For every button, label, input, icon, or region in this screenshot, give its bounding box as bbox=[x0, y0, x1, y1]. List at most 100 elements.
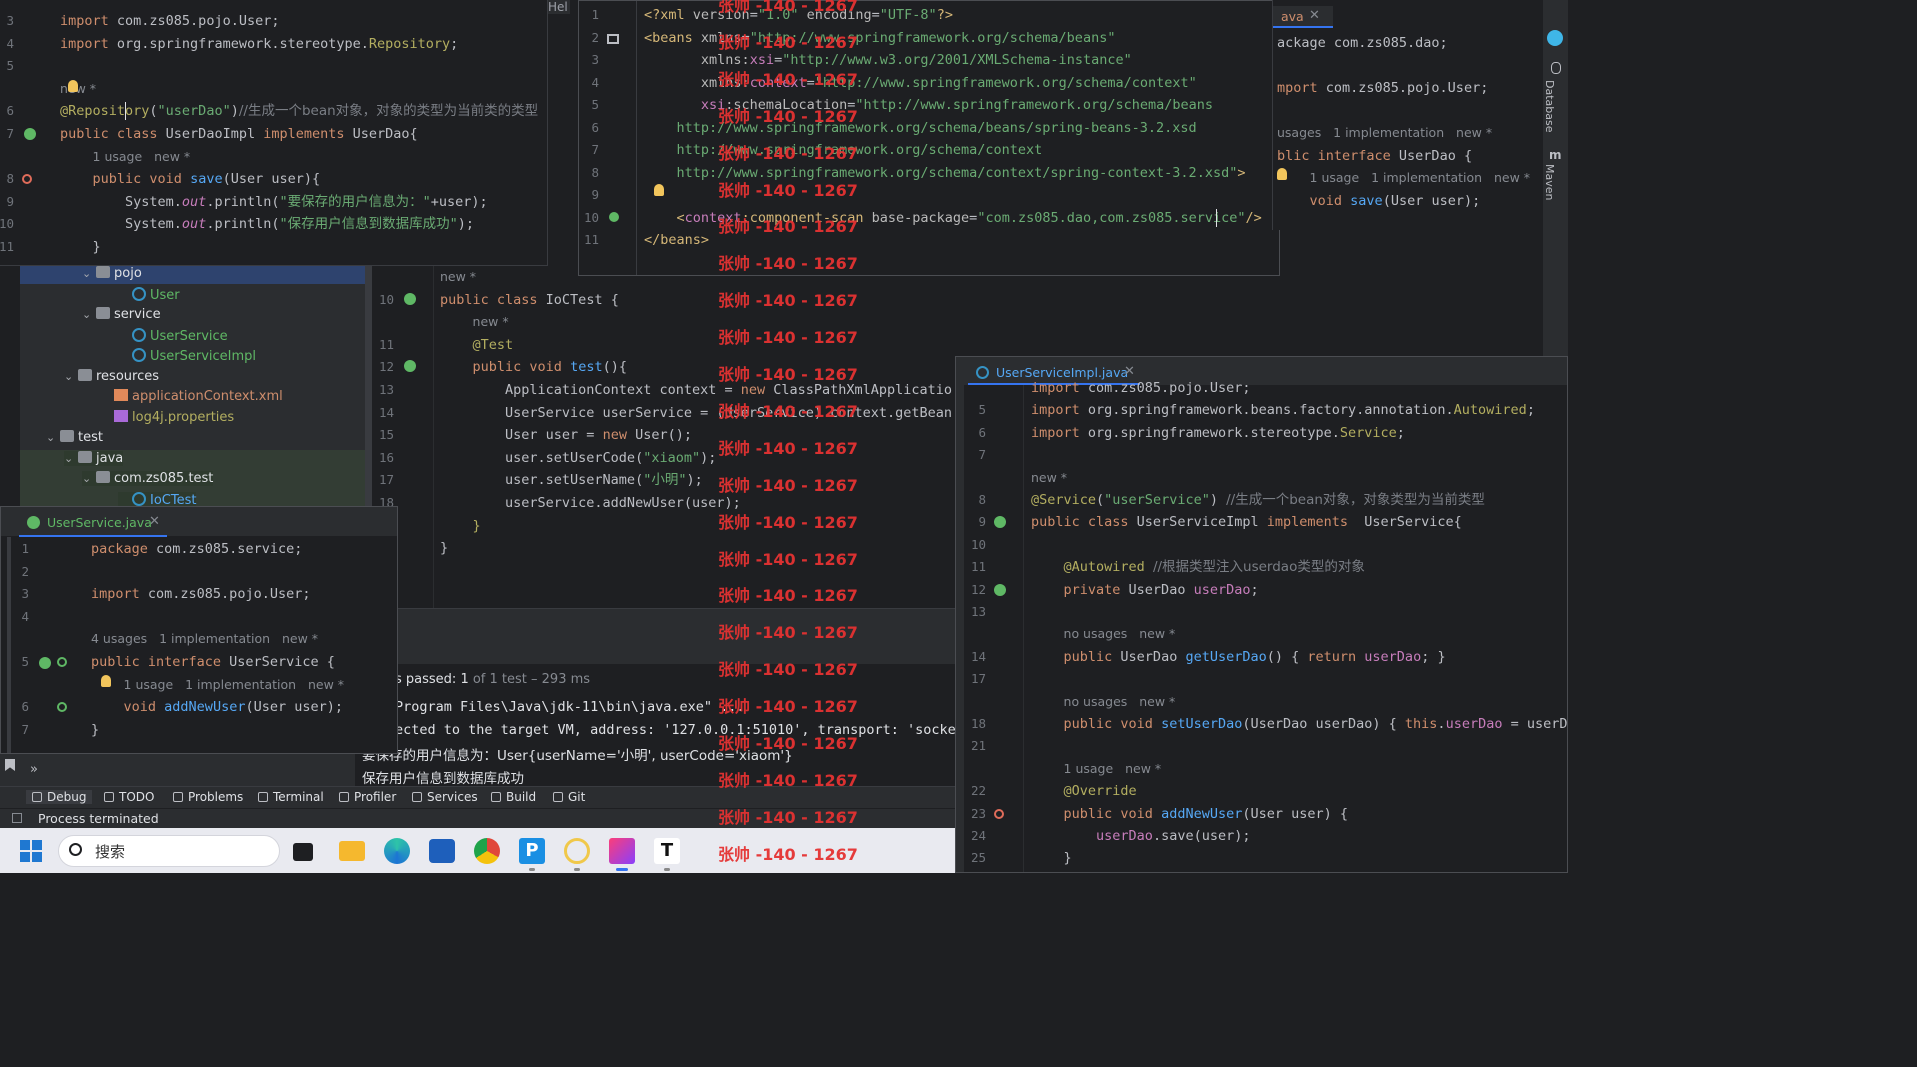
toolwindow-problems[interactable]: Problems bbox=[173, 790, 243, 804]
tree-item-user[interactable]: User bbox=[118, 286, 180, 303]
code-line[interactable] bbox=[60, 55, 547, 77]
chrome-icon[interactable] bbox=[474, 838, 500, 864]
edge-icon[interactable] bbox=[384, 838, 410, 864]
toolwindow-build[interactable]: Build bbox=[491, 790, 536, 804]
code-line[interactable]: import com.zs085.pojo.User; bbox=[91, 583, 397, 605]
tree-item-java[interactable]: ⌄ java bbox=[64, 450, 124, 466]
chevron-down-icon[interactable]: ⌄ bbox=[64, 452, 78, 465]
run-test-icon[interactable] bbox=[404, 360, 416, 372]
bulb-icon[interactable] bbox=[654, 184, 664, 196]
file-explorer-icon[interactable] bbox=[339, 841, 365, 861]
code-line[interactable] bbox=[91, 561, 397, 583]
chevron-down-icon[interactable]: ⌄ bbox=[64, 370, 78, 383]
code-line[interactable]: System.out.println("要保存的用户信息为："+user); bbox=[60, 191, 547, 213]
code-line[interactable]: import org.springframework.stereotype.Se… bbox=[1031, 422, 1567, 444]
code-line[interactable]: void addNewUser(User user); bbox=[91, 696, 397, 718]
tree-item-com-zs085-test[interactable]: ⌄ com.zs085.test bbox=[82, 471, 214, 486]
code-line[interactable]: @Override bbox=[1031, 780, 1567, 802]
code-line[interactable] bbox=[91, 606, 397, 628]
code-line[interactable]: public interface UserService { bbox=[91, 651, 397, 673]
code-line[interactable]: no usages new * bbox=[1031, 623, 1567, 645]
code-line[interactable]: 1 usage new * bbox=[1031, 758, 1567, 780]
code-line[interactable]: mport com.zs085.pojo.User; bbox=[1277, 77, 1542, 99]
pycharm-icon[interactable]: P bbox=[519, 838, 545, 864]
code-line[interactable]: ackage com.zs085.dao; bbox=[1277, 32, 1542, 54]
task-view-icon[interactable] bbox=[293, 843, 313, 861]
code-line[interactable]: @Test bbox=[440, 334, 962, 356]
chevron-down-icon[interactable]: ⌄ bbox=[46, 431, 60, 444]
typora-icon[interactable]: T bbox=[654, 838, 680, 864]
code-line[interactable]: } bbox=[1031, 847, 1567, 869]
code-line[interactable]: user.setUserCode("xiaom"); bbox=[440, 447, 962, 469]
code-line[interactable]: new * bbox=[1031, 467, 1567, 489]
code-line[interactable]: } bbox=[440, 515, 962, 537]
code-line[interactable]: userService.addNewUser(user); bbox=[440, 492, 962, 514]
tree-item-service[interactable]: ⌄ service bbox=[82, 307, 161, 322]
code-line[interactable] bbox=[1031, 668, 1567, 690]
code-line[interactable] bbox=[1031, 735, 1567, 757]
tree-item-log4j-properties[interactable]: log4j.properties bbox=[100, 409, 234, 425]
code-line[interactable]: 1 usage 1 implementation new * bbox=[1277, 167, 1542, 189]
code-line[interactable]: @Autowired //根据类型注入userdao类型的对象 bbox=[1031, 556, 1567, 578]
bulb-icon[interactable] bbox=[68, 80, 78, 92]
code-line[interactable]: public class UserServiceImpl implements … bbox=[1031, 511, 1567, 533]
more-icon[interactable]: » bbox=[30, 762, 38, 777]
code-line[interactable]: public void addNewUser(User user) { bbox=[1031, 803, 1567, 825]
database-tab[interactable]: Database bbox=[1543, 80, 1556, 133]
code-line[interactable]: System.out.println("保存用户信息到数据库成功"); bbox=[60, 213, 547, 235]
code-line[interactable]: userDao.save(user); bbox=[1031, 825, 1567, 847]
code-line[interactable]: void save(User user); bbox=[1277, 190, 1542, 212]
chevron-down-icon[interactable]: ⌄ bbox=[82, 308, 96, 321]
scan-icon[interactable] bbox=[609, 212, 619, 222]
code-line[interactable]: new * bbox=[440, 311, 962, 333]
code-line[interactable]: no usages new * bbox=[1031, 691, 1567, 713]
tree-item-userservice[interactable]: UserService bbox=[118, 327, 228, 344]
code-line[interactable]: usages 1 implementation new * bbox=[1277, 122, 1542, 144]
code-line[interactable] bbox=[1031, 601, 1567, 623]
ai-assistant-icon[interactable] bbox=[1547, 30, 1563, 46]
code-line[interactable]: public class IoCTest { bbox=[440, 289, 962, 311]
tree-item-pojo[interactable]: ⌄ pojo bbox=[82, 266, 142, 281]
code-line[interactable]: } bbox=[91, 719, 397, 741]
code-line[interactable]: } bbox=[440, 537, 962, 559]
tree-item-applicationcontext-xml[interactable]: applicationContext.xml bbox=[100, 389, 283, 404]
app-icon[interactable] bbox=[564, 838, 590, 864]
maven-tab[interactable]: Maven bbox=[1543, 164, 1556, 200]
code-line[interactable]: package com.zs085.service; bbox=[91, 538, 397, 560]
code-line[interactable]: 1 usage 1 implementation new * bbox=[91, 674, 397, 696]
tab-userservice[interactable]: UserService.java ✕ bbox=[19, 511, 167, 537]
toolwindow-todo[interactable]: TODO bbox=[104, 790, 154, 804]
code-line[interactable] bbox=[1277, 55, 1542, 77]
implemented-icon[interactable] bbox=[57, 702, 67, 712]
spring-bean-icon[interactable] bbox=[24, 128, 36, 140]
code-line[interactable]: 1 usage new * bbox=[60, 146, 547, 168]
code-line[interactable] bbox=[1031, 534, 1567, 556]
code-line[interactable]: public void setUserDao(UserDao userDao) … bbox=[1031, 713, 1567, 735]
start-icon[interactable] bbox=[20, 840, 42, 862]
close-tab-icon[interactable]: ✕ bbox=[1309, 8, 1320, 23]
chevron-down-icon[interactable]: ⌄ bbox=[82, 267, 96, 280]
taskbar-search[interactable]: 搜索 bbox=[58, 835, 280, 867]
code-line[interactable]: ApplicationContext context = new ClassPa… bbox=[440, 379, 962, 401]
code-line[interactable]: new * bbox=[60, 78, 547, 100]
autowired-icon[interactable] bbox=[994, 584, 1006, 596]
implemented-icon[interactable] bbox=[57, 657, 67, 667]
code-line[interactable]: User user = new User(); bbox=[440, 424, 962, 446]
bookmark-icon[interactable] bbox=[5, 759, 15, 771]
toolwindow-profiler[interactable]: Profiler bbox=[339, 790, 396, 804]
tree-item-resources[interactable]: ⌄ resources bbox=[64, 368, 159, 384]
tab-userdao[interactable]: ava ✕ bbox=[1273, 6, 1333, 28]
code-line[interactable]: 4 usages 1 implementation new * bbox=[91, 628, 397, 650]
code-line[interactable]: blic interface UserDao { bbox=[1277, 145, 1542, 167]
toolwindow-git[interactable]: Git bbox=[553, 790, 585, 804]
code-line[interactable]: user.setUserName("小明"); bbox=[440, 469, 962, 491]
toolwindow-terminal[interactable]: Terminal bbox=[258, 790, 324, 804]
bulb-icon[interactable] bbox=[1277, 168, 1287, 180]
close-tab-icon[interactable]: ✕ bbox=[149, 514, 160, 529]
code-line[interactable]: public void test(){ bbox=[440, 356, 962, 378]
code-line[interactable]: @Service("userService") //生成一个bean对象，对象类… bbox=[1031, 489, 1567, 511]
code-line[interactable]: public void save(User user){ bbox=[60, 168, 547, 190]
toolwindow-services[interactable]: Services bbox=[412, 790, 478, 804]
code-line[interactable] bbox=[1277, 100, 1542, 122]
code-line[interactable]: public class UserDaoImpl implements User… bbox=[60, 123, 547, 145]
